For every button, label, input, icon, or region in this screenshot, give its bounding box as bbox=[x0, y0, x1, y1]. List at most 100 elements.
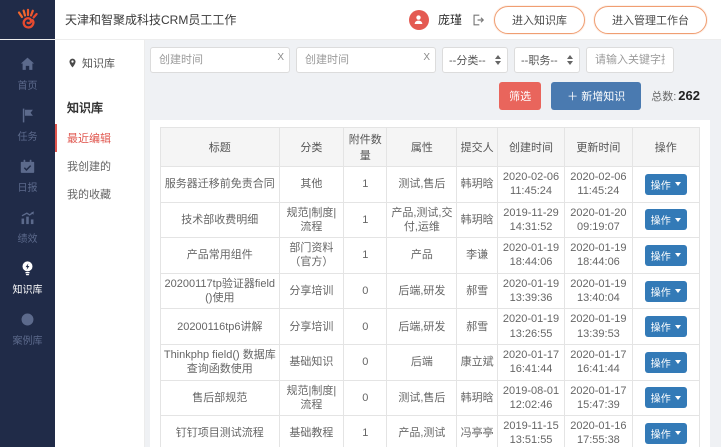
sidebar-item-recent-edits[interactable]: 最近编辑 bbox=[55, 124, 144, 152]
table-header-row: 标题 分类 附件数量 属性 提交人 创建时间 更新时间 操作 bbox=[161, 128, 700, 167]
add-knowledge-button[interactable]: ＋ 新增知识 bbox=[551, 82, 641, 110]
cell-actions: 操作 bbox=[632, 238, 699, 274]
cell-created: 2020-01-19 18:44:06 bbox=[497, 238, 564, 274]
row-action-button[interactable]: 操作 bbox=[645, 352, 687, 373]
cell-attachments: 1 bbox=[344, 167, 387, 203]
cell-attributes: 测试,售后 bbox=[387, 167, 457, 203]
created-date: 2019-11-15 bbox=[500, 419, 562, 433]
cell-attachments: 0 bbox=[344, 273, 387, 309]
sidebar-section-title: 知识库 bbox=[55, 83, 144, 124]
sidebar-item-my-favorites[interactable]: 我的收藏 bbox=[55, 180, 144, 208]
cell-created: 2020-01-17 16:41:44 bbox=[497, 344, 564, 380]
col-created[interactable]: 创建时间 bbox=[497, 128, 564, 167]
date-from-wrap: X bbox=[150, 47, 290, 73]
enter-knowledge-base-button[interactable]: 进入知识库 bbox=[494, 6, 585, 34]
breadcrumb: 知识库 bbox=[55, 40, 144, 83]
cell-title: Thinkphp field() 数据库查询函数使用 bbox=[161, 344, 280, 380]
col-submitter[interactable]: 提交人 bbox=[457, 128, 497, 167]
created-date: 2020-01-19 bbox=[500, 277, 562, 291]
cell-attributes: 后端,研发 bbox=[387, 273, 457, 309]
nav-item-tasks[interactable]: 任务 bbox=[0, 99, 55, 150]
nav-item-performance[interactable]: 绩效 bbox=[0, 201, 55, 252]
avatar[interactable] bbox=[409, 10, 429, 30]
cell-submitter: 郝雪 bbox=[457, 273, 497, 309]
role-select[interactable]: --职务-- bbox=[514, 47, 580, 73]
logout-icon[interactable] bbox=[471, 13, 485, 27]
row-action-button[interactable]: 操作 bbox=[645, 316, 687, 337]
row-action-label: 操作 bbox=[651, 248, 671, 263]
clear-date-from-icon[interactable]: X bbox=[277, 53, 284, 63]
col-title[interactable]: 标题 bbox=[161, 128, 280, 167]
cell-attachments: 1 bbox=[344, 202, 387, 238]
category-select[interactable]: --分类-- bbox=[442, 47, 508, 73]
filter-button[interactable]: 筛选 bbox=[499, 82, 541, 110]
date-from-input[interactable] bbox=[150, 47, 290, 73]
nav-item-home[interactable]: 首页 bbox=[0, 48, 55, 99]
cell-updated: 2020-02-06 11:45:24 bbox=[565, 167, 632, 203]
created-date: 2019-11-29 bbox=[500, 206, 562, 220]
row-action-button[interactable]: 操作 bbox=[645, 245, 687, 266]
sidebar-item-created-by-me[interactable]: 我创建的 bbox=[55, 152, 144, 180]
role-select-value: --职务-- bbox=[521, 52, 558, 68]
chevron-down-icon bbox=[675, 431, 681, 435]
action-bar: 筛选 ＋ 新增知识 总数:262 bbox=[150, 82, 710, 110]
col-attachments[interactable]: 附件数量 bbox=[344, 128, 387, 167]
nav-item-case-library[interactable]: 案例库 bbox=[0, 303, 55, 354]
row-action-button[interactable]: 操作 bbox=[645, 281, 687, 302]
enter-admin-workbench-button[interactable]: 进入管理工作台 bbox=[594, 6, 707, 34]
created-date: 2020-01-19 bbox=[500, 241, 562, 255]
cell-category: 基础知识 bbox=[279, 344, 344, 380]
chevron-down-icon bbox=[675, 360, 681, 364]
cell-actions: 操作 bbox=[632, 380, 699, 416]
updated-date: 2020-01-16 bbox=[567, 419, 629, 433]
cell-updated: 2020-01-19 13:39:53 bbox=[565, 309, 632, 345]
table-card: 标题 分类 附件数量 属性 提交人 创建时间 更新时间 操作 bbox=[150, 120, 710, 447]
keyword-search-input[interactable] bbox=[586, 47, 674, 73]
cell-category: 分享培训 bbox=[279, 273, 344, 309]
app-window: 天津和智聚成科技CRM员工工作 庞瑾 进入知识库 进入管理工作台 首页 任务 bbox=[0, 0, 721, 447]
row-action-button[interactable]: 操作 bbox=[645, 174, 687, 195]
chevron-down-icon bbox=[675, 396, 681, 400]
sidebar: 知识库 知识库 最近编辑 我创建的 我的收藏 bbox=[55, 40, 145, 447]
col-attributes[interactable]: 属性 bbox=[387, 128, 457, 167]
total-value: 262 bbox=[678, 88, 700, 103]
home-icon bbox=[19, 56, 36, 73]
table-row: 售后部规范 规范|制度|流程 0 测试,售后 韩玥晗 2019-08-01 12… bbox=[161, 380, 700, 416]
row-action-button[interactable]: 操作 bbox=[645, 423, 687, 444]
header-right: 庞瑾 进入知识库 进入管理工作台 bbox=[409, 0, 721, 39]
cell-category: 其他 bbox=[279, 167, 344, 203]
clear-date-to-icon[interactable]: X bbox=[423, 53, 430, 63]
row-action-button[interactable]: 操作 bbox=[645, 387, 687, 408]
select-arrows-icon bbox=[495, 55, 501, 65]
row-action-button[interactable]: 操作 bbox=[645, 209, 687, 230]
nav-item-knowledge-base[interactable]: 知识库 bbox=[0, 252, 55, 303]
col-updated[interactable]: 更新时间 bbox=[565, 128, 632, 167]
user-name: 庞瑾 bbox=[438, 11, 462, 28]
created-time: 14:31:52 bbox=[500, 220, 562, 234]
cell-actions: 操作 bbox=[632, 202, 699, 238]
nav-label: 绩效 bbox=[18, 230, 38, 245]
cell-submitter: 郝雪 bbox=[457, 309, 497, 345]
date-to-input[interactable] bbox=[296, 47, 436, 73]
main-content: X X --分类-- --职务-- 筛选 ＋ 新增知识 bbox=[145, 40, 721, 447]
updated-time: 09:19:07 bbox=[567, 220, 629, 234]
cell-title: 20200117tp验证器field()使用 bbox=[161, 273, 280, 309]
updated-time: 13:39:53 bbox=[567, 327, 629, 341]
map-pin-icon bbox=[67, 57, 78, 69]
row-action-label: 操作 bbox=[651, 390, 671, 405]
cell-updated: 2020-01-16 17:55:38 bbox=[565, 416, 632, 447]
top-header: 天津和智聚成科技CRM员工工作 庞瑾 进入知识库 进入管理工作台 bbox=[0, 0, 721, 40]
col-category[interactable]: 分类 bbox=[279, 128, 344, 167]
updated-time: 16:41:44 bbox=[567, 362, 629, 376]
cell-attributes: 产品 bbox=[387, 238, 457, 274]
nav-rail: 首页 任务 日报 绩效 知识库 案例库 bbox=[0, 40, 55, 447]
cell-actions: 操作 bbox=[632, 167, 699, 203]
row-action-label: 操作 bbox=[651, 284, 671, 299]
cell-updated: 2020-01-19 13:40:04 bbox=[565, 273, 632, 309]
created-date: 2019-08-01 bbox=[500, 384, 562, 398]
nav-item-daily-report[interactable]: 日报 bbox=[0, 150, 55, 201]
cell-category: 规范|制度|流程 bbox=[279, 380, 344, 416]
cell-created: 2020-01-19 13:39:36 bbox=[497, 273, 564, 309]
nav-label: 案例库 bbox=[13, 332, 43, 347]
breadcrumb-label: 知识库 bbox=[82, 55, 115, 71]
